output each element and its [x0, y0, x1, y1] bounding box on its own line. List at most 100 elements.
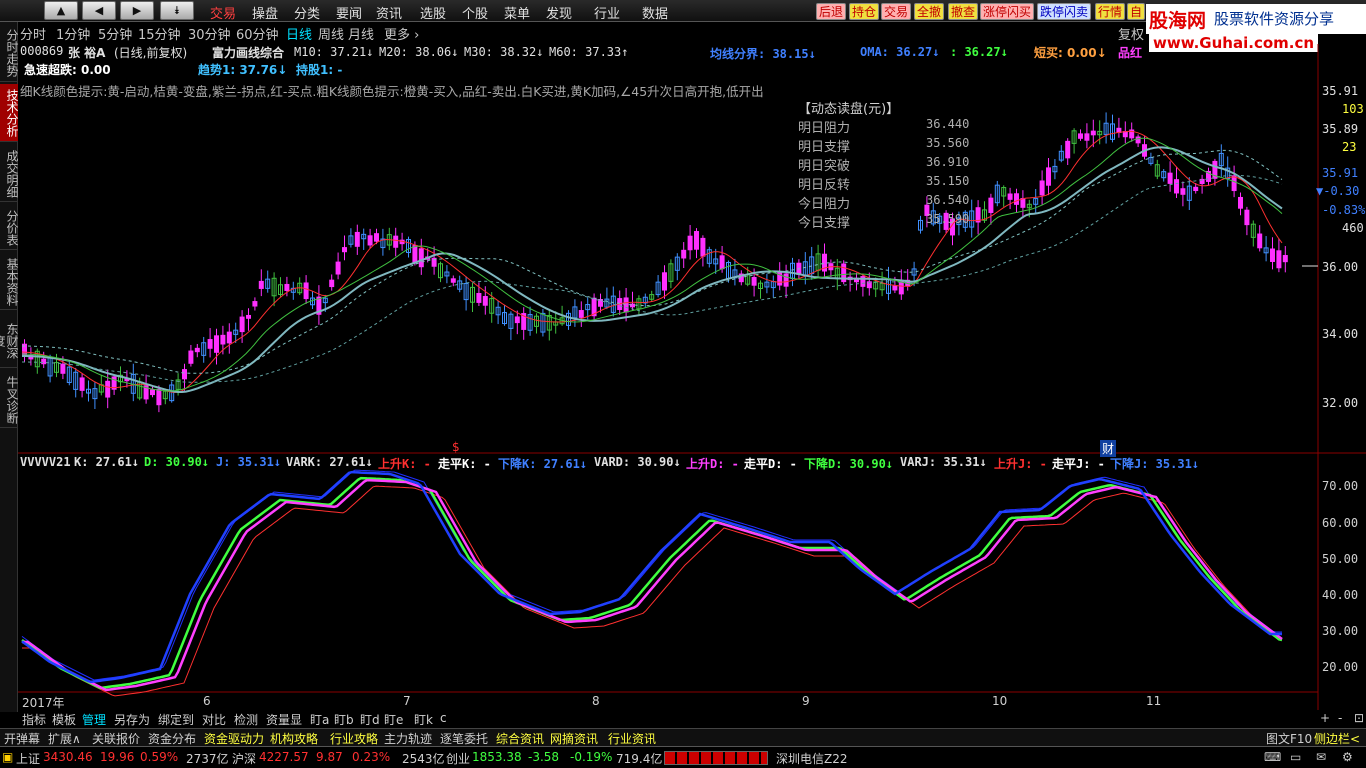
- kdj-header-item: VVVVV21: [20, 455, 71, 469]
- shortcut-2[interactable]: 关联报价: [92, 730, 140, 747]
- duanmai-value: 短买: 0.00↓: [1034, 46, 1107, 60]
- candle-body: [1167, 172, 1173, 184]
- candle-body: [450, 278, 456, 283]
- shortcut-right-0[interactable]: 图文F10: [1266, 730, 1312, 747]
- cy-value: 1853.38: [472, 750, 522, 764]
- dynamic-value: 36.540: [926, 193, 970, 207]
- tool-12[interactable]: 盯k: [414, 711, 433, 728]
- shortcut-11[interactable]: 行业资讯: [608, 730, 656, 747]
- dynamic-row: 明日支撑 35.560: [796, 136, 971, 155]
- tool-0[interactable]: 指标: [22, 711, 46, 728]
- dynamic-key: 明日支撑: [798, 140, 851, 155]
- shortcut-6[interactable]: 行业攻略: [330, 730, 378, 747]
- shortcut-right-1[interactable]: 侧边栏<: [1314, 730, 1360, 747]
- zoom-control-2[interactable]: ⊡: [1354, 711, 1364, 725]
- candle-body: [284, 283, 290, 291]
- pinhong-label: 品红: [1118, 46, 1143, 60]
- tool-10[interactable]: 盯d: [360, 711, 380, 728]
- price-axis-label: 103: [1342, 102, 1364, 116]
- candle-body: [393, 235, 399, 248]
- date-axis-label: 9: [802, 694, 810, 708]
- dynamic-row: 今日支撑 35.590: [796, 212, 971, 231]
- candle-body: [783, 273, 789, 287]
- kline-chart[interactable]: [0, 0, 1366, 768]
- tool-6[interactable]: 检测: [234, 711, 258, 728]
- candle-body: [1180, 188, 1186, 195]
- shortcut-7[interactable]: 主力轨迹: [384, 730, 432, 747]
- market-bar-icon: [664, 751, 768, 765]
- dynamic-key: 明日阻力: [798, 121, 851, 136]
- tool-2[interactable]: 管理: [82, 711, 106, 728]
- candle-body: [374, 233, 379, 242]
- candle-body: [367, 235, 373, 246]
- formula-name: 富力画线综合: [212, 46, 285, 60]
- shortcut-0[interactable]: 开弹幕: [4, 730, 40, 747]
- sh-percent: 0.59%: [140, 750, 179, 764]
- dynamic-panel: 【动态读盘(元)】 明日阻力 36.440 明日支撑 35.560 明日突破 36.910…: [796, 98, 971, 231]
- sh-label: 上证: [16, 752, 41, 766]
- ma30-value: M30: 38.32↓: [464, 45, 544, 59]
- monitor-icon[interactable]: ▭: [1290, 750, 1301, 764]
- candle-body: [623, 297, 629, 313]
- shortcut-3[interactable]: 资金分布: [148, 730, 196, 747]
- shortcut-4[interactable]: 资金驱动力: [204, 730, 264, 747]
- candle-body: [79, 377, 85, 391]
- tool-9[interactable]: 盯b: [334, 711, 354, 728]
- ma-line-green: [21, 137, 1283, 392]
- settings-icon[interactable]: ⚙: [1342, 750, 1353, 764]
- candle-body: [694, 231, 699, 250]
- candle-body: [681, 249, 687, 259]
- kdj-axis-label: 40.00: [1322, 588, 1359, 602]
- tool-3[interactable]: 另存为: [114, 711, 150, 728]
- candle-body: [246, 314, 251, 319]
- dynamic-key: 明日突破: [798, 159, 851, 174]
- candle-body: [252, 301, 258, 307]
- candle-body: [988, 197, 994, 213]
- ma10-value: M10: 37.21↓: [294, 45, 374, 59]
- tool-13[interactable]: c: [440, 711, 447, 725]
- candle-body: [1244, 209, 1250, 226]
- candle-body: [476, 293, 482, 303]
- oma-value: OMA: 36.27↓: [860, 45, 940, 59]
- kdj-header-item: 下降K: 27.61↓: [498, 457, 588, 471]
- shortcut-5[interactable]: 机构攻略: [270, 730, 318, 747]
- chat-icon[interactable]: ✉: [1316, 750, 1326, 764]
- shortcut-8[interactable]: 逐笔委托: [440, 730, 488, 747]
- candle-body: [1046, 167, 1051, 186]
- tool-5[interactable]: 对比: [202, 711, 226, 728]
- kdj-axis-label: 20.00: [1322, 660, 1359, 674]
- ma-line-short: [21, 130, 1283, 394]
- candle-body: [1174, 179, 1179, 194]
- candle-body: [1270, 248, 1275, 262]
- shortcut-1[interactable]: 扩展∧: [48, 730, 81, 747]
- candle-body: [41, 358, 47, 365]
- candle-body: [156, 388, 162, 406]
- kdj-header-item: 走平K: -: [438, 457, 491, 471]
- stock-name: 张 裕A: [68, 46, 106, 60]
- keyboard-icon[interactable]: ⌨: [1264, 750, 1281, 764]
- price-axis-label: 36.00: [1322, 260, 1359, 274]
- date-axis-label: 11: [1146, 694, 1162, 708]
- sz-value: 4227.57: [259, 750, 309, 764]
- shortcut-10[interactable]: 网摘资讯: [550, 730, 598, 747]
- dynamic-row: 明日反转 35.150: [796, 174, 971, 193]
- candle-body: [354, 231, 360, 247]
- tool-4[interactable]: 绑定到: [158, 711, 194, 728]
- date-axis-label: 10: [992, 694, 1008, 708]
- shortcut-9[interactable]: 综合资讯: [496, 730, 544, 747]
- date-axis-label: 6: [203, 694, 211, 708]
- dynamic-row: 今日阻力 36.540: [796, 193, 971, 212]
- zoom-control-0[interactable]: +: [1320, 711, 1330, 725]
- candle-body: [194, 347, 200, 353]
- zoom-control-1[interactable]: -: [1338, 711, 1342, 725]
- candle-body: [342, 247, 347, 253]
- candle-body: [578, 310, 584, 318]
- tool-8[interactable]: 盯a: [310, 711, 329, 728]
- tool-1[interactable]: 模板: [52, 711, 76, 728]
- candle-body: [60, 363, 66, 374]
- candle-body: [1257, 233, 1263, 249]
- stock-code: 000869: [20, 44, 64, 58]
- tool-7[interactable]: 资量显: [266, 711, 302, 728]
- candle-body: [1039, 180, 1045, 196]
- tool-11[interactable]: 盯e: [384, 711, 403, 728]
